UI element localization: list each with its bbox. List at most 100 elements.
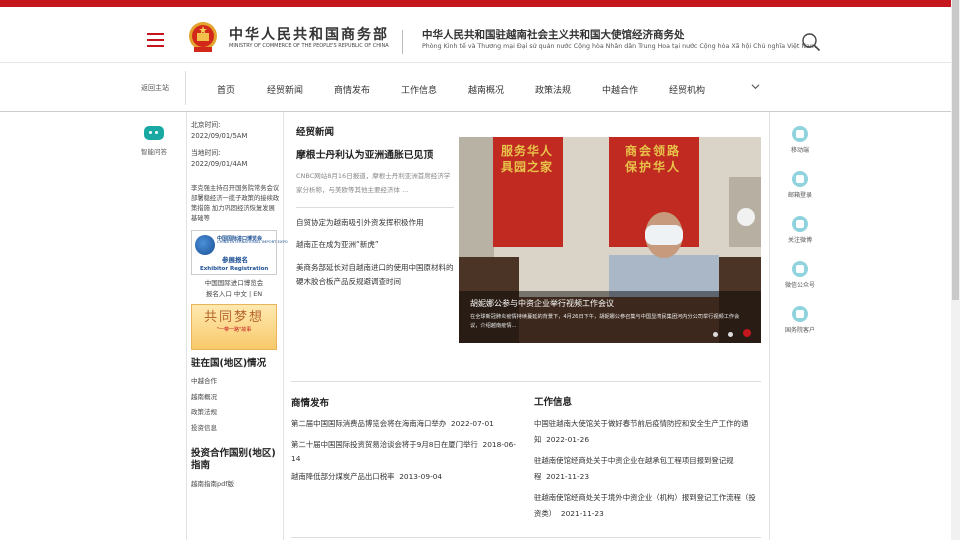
region-link-investment[interactable]: 投资信息 — [191, 421, 281, 437]
work-info-item[interactable]: 驻越南使馆经商处关于境外中资企业（机构）报到登记工作流程（投资类） 2021-1… — [534, 490, 760, 521]
state-council-link[interactable]: 国务院客户 — [770, 306, 830, 334]
trade-news-heading[interactable]: 经贸新闻 — [296, 124, 334, 138]
item-title[interactable]: 越南降低部分煤炭产品出口税率 — [291, 472, 394, 481]
smart-qa-widget[interactable]: 智能问答 — [130, 120, 178, 156]
expo-caption[interactable]: 中国国际进口博览会 报名入口 中文 | EN — [191, 278, 277, 300]
mobile-icon[interactable] — [792, 126, 808, 142]
nav-trade-news[interactable]: 经贸新闻 — [267, 83, 303, 96]
photo-caption-desc: 在全球新冠肺炎疫情持续蔓延的背景下，4月26日下午，胡妮娜公参召集与中国显湾民集… — [470, 314, 740, 329]
news-item[interactable]: 美商务部延长对自越南进口的使用中国原材料的硬木胶合板产品反规避调查时间 — [296, 261, 456, 288]
wechat-label[interactable]: 微信公众号 — [770, 280, 830, 289]
site-header: 中华人民共和国商务部 MINISTRY OF COMMERCE OF THE P… — [0, 7, 960, 63]
region-link-overview[interactable]: 越南概况 — [191, 390, 281, 406]
expo-register-en: Exhibitor Registration — [200, 266, 269, 272]
item-title[interactable]: 第二届中国国际消费品博览会将在海南海口举办 — [291, 419, 446, 428]
nav-business-info[interactable]: 商情发布 — [334, 83, 370, 96]
expo-subtitle: CHINA INTERNATIONAL IMPORT EXPO — [217, 239, 288, 244]
carousel-dot[interactable] — [712, 332, 718, 337]
carousel-dots — [708, 322, 751, 341]
business-info-heading[interactable]: 商情发布 — [291, 395, 329, 409]
mail-icon[interactable] — [792, 171, 808, 187]
work-info-item[interactable]: 中国驻越南大使馆关于做好春节前后疫情防控和安全生产工作的通知 2022-01-2… — [534, 416, 760, 447]
invest-guide-heading: 投资合作国别(地区)指南 — [191, 448, 276, 471]
region-links: 中越合作 越南概况 政策法规 投资信息 — [191, 374, 281, 436]
column-divider-left — [186, 112, 187, 540]
business-info-item[interactable]: 第二届中国国际消费品博览会将在海南海口举办 2022-07-01 — [291, 417, 521, 431]
nav-vietnam-overview[interactable]: 越南概况 — [468, 83, 504, 96]
business-info-item[interactable]: 越南降低部分煤炭产品出口税率 2013-09-04 — [291, 470, 521, 484]
weibo-label[interactable]: 关注微博 — [770, 235, 830, 244]
news-photo-carousel[interactable]: 服务华人 具园之家 商会领路 保护华人 胡妮娜公参与中资企业举行视频工作会议 在… — [459, 137, 761, 343]
photo-caption-title[interactable]: 胡妮娜公参与中资企业举行视频工作会议 — [470, 298, 614, 309]
news-item[interactable]: 自贸协定为越南吸引外资发挥积极作用 — [296, 216, 456, 230]
weibo-icon[interactable] — [792, 216, 808, 232]
national-emblem-icon[interactable] — [188, 21, 218, 53]
mobile-link[interactable]: 移动端 — [770, 126, 830, 154]
expo-caption-line1[interactable]: 中国国际进口博览会 — [191, 278, 277, 289]
nav-work-info[interactable]: 工作信息 — [401, 83, 437, 96]
wechat-icon[interactable] — [792, 261, 808, 277]
invest-guide-pdf-link[interactable]: 越南指南pdf版 — [191, 477, 281, 493]
page-scrollbar[interactable] — [951, 0, 960, 540]
wechat-link[interactable]: 微信公众号 — [770, 261, 830, 289]
business-info-item[interactable]: 第二十届中国国际投资贸易洽谈会将于9月8日在厦门举行 2018-06-14 — [291, 438, 521, 466]
local-time-value: 2022/09/01/4AM — [191, 160, 248, 168]
beijing-time-label: 北京时间: — [191, 121, 221, 129]
smart-qa-label[interactable]: 智能问答 — [130, 146, 178, 156]
section-divider — [291, 537, 761, 538]
back-to-main-link[interactable]: 返回主站 — [141, 83, 169, 93]
photo-banner-left: 服务华人 具园之家 — [501, 144, 554, 174]
local-time: 当地时间: 2022/09/01/4AM — [191, 148, 281, 170]
chevron-down-icon[interactable] — [751, 82, 760, 91]
lead-news-title[interactable]: 摩根士丹利认为亚洲通胀已见顶 — [296, 147, 433, 161]
common-dream-banner[interactable]: 共同梦想 "一带一路"故事 — [191, 304, 277, 350]
main-nav: 返回主站 首页 经贸新闻 商情发布 工作信息 越南概况 政策法规 中越合作 经贸… — [0, 63, 960, 112]
nav-policy[interactable]: 政策法规 — [535, 83, 571, 96]
region-link-policy[interactable]: 政策法规 — [191, 405, 281, 421]
expo-logo-icon — [195, 235, 215, 255]
weibo-link[interactable]: 关注微博 — [770, 216, 830, 244]
news-divider — [296, 207, 454, 208]
dream-subtitle: "一带一路"故事 — [216, 327, 252, 333]
item-date: 2013-09-04 — [399, 472, 443, 481]
item-title[interactable]: 第二十届中国国际投资贸易洽谈会将于9月8日在厦门举行 — [291, 440, 478, 449]
work-info-heading[interactable]: 工作信息 — [534, 394, 572, 408]
item-date: 2021-11-23 — [560, 508, 604, 518]
nav-institutions[interactable]: 经贸机构 — [669, 83, 705, 96]
nav-home[interactable]: 首页 — [217, 83, 235, 96]
work-info-item[interactable]: 驻越南使馆经商处关于中资企业在越承包工程项目报到登记规程 2021-11-23 — [534, 453, 760, 484]
search-icon[interactable] — [801, 32, 821, 52]
dream-title: 共同梦想 — [203, 310, 264, 325]
nav-cooperation[interactable]: 中越合作 — [602, 83, 638, 96]
mobile-link-label[interactable]: 移动端 — [770, 145, 830, 154]
sidebar-news-link[interactable]: 李克强主持召开国务院常务会议 部署稳经济一揽子政策的接续政策措施 加力巩固经济恢… — [191, 184, 281, 224]
region-link-cooperation[interactable]: 中越合作 — [191, 374, 281, 390]
local-time-label: 当地时间: — [191, 149, 221, 157]
region-heading: 驻在国(地区)情况 — [191, 358, 267, 369]
column-divider-main — [283, 112, 284, 540]
expo-caption-line2[interactable]: 报名入口 中文 | EN — [191, 289, 277, 300]
chat-bot-icon[interactable] — [144, 126, 164, 140]
section-divider — [291, 381, 761, 382]
email-login-label[interactable]: 邮箱登录 — [770, 190, 830, 199]
menu-icon[interactable] — [147, 33, 164, 51]
carousel-dot-active[interactable] — [743, 329, 751, 337]
carousel-dot[interactable] — [727, 332, 733, 337]
state-council-icon[interactable] — [792, 306, 808, 322]
email-login-link[interactable]: 邮箱登录 — [770, 171, 830, 199]
beijing-time: 北京时间: 2022/09/01/5AM — [191, 120, 281, 142]
office-name-cn: 中华人民共和国驻越南社会主义共和国大使馆经济商务处 — [422, 29, 685, 41]
beijing-time-value: 2022/09/01/5AM — [191, 132, 248, 140]
photo-banner-right: 商会领路 保护华人 — [625, 144, 682, 174]
state-council-label[interactable]: 国务院客户 — [770, 325, 830, 334]
scrollbar-thumb[interactable] — [952, 0, 959, 300]
ministry-name-cn[interactable]: 中华人民共和国商务部 — [229, 24, 389, 44]
ministry-name-en: MINISTRY OF COMMERCE OF THE PEOPLE'S REP… — [229, 43, 389, 49]
top-red-bar — [0, 0, 960, 7]
news-item[interactable]: 越南正在成为亚洲“新虎” — [296, 238, 456, 252]
expo-banner[interactable]: 中国国际进口博览会 CHINA INTERNATIONAL IMPORT EXP… — [191, 230, 288, 275]
header-divider — [402, 30, 403, 54]
item-date: 2022-07-01 — [450, 419, 494, 428]
lead-news-summary[interactable]: CNBC网站8月16日报道，摩根士丹利亚洲首席经济学家分析称，与美欧等其他主要经… — [296, 169, 454, 197]
office-name-vn: Phòng Kinh tế và Thương mại Đại sứ quán … — [422, 43, 817, 50]
